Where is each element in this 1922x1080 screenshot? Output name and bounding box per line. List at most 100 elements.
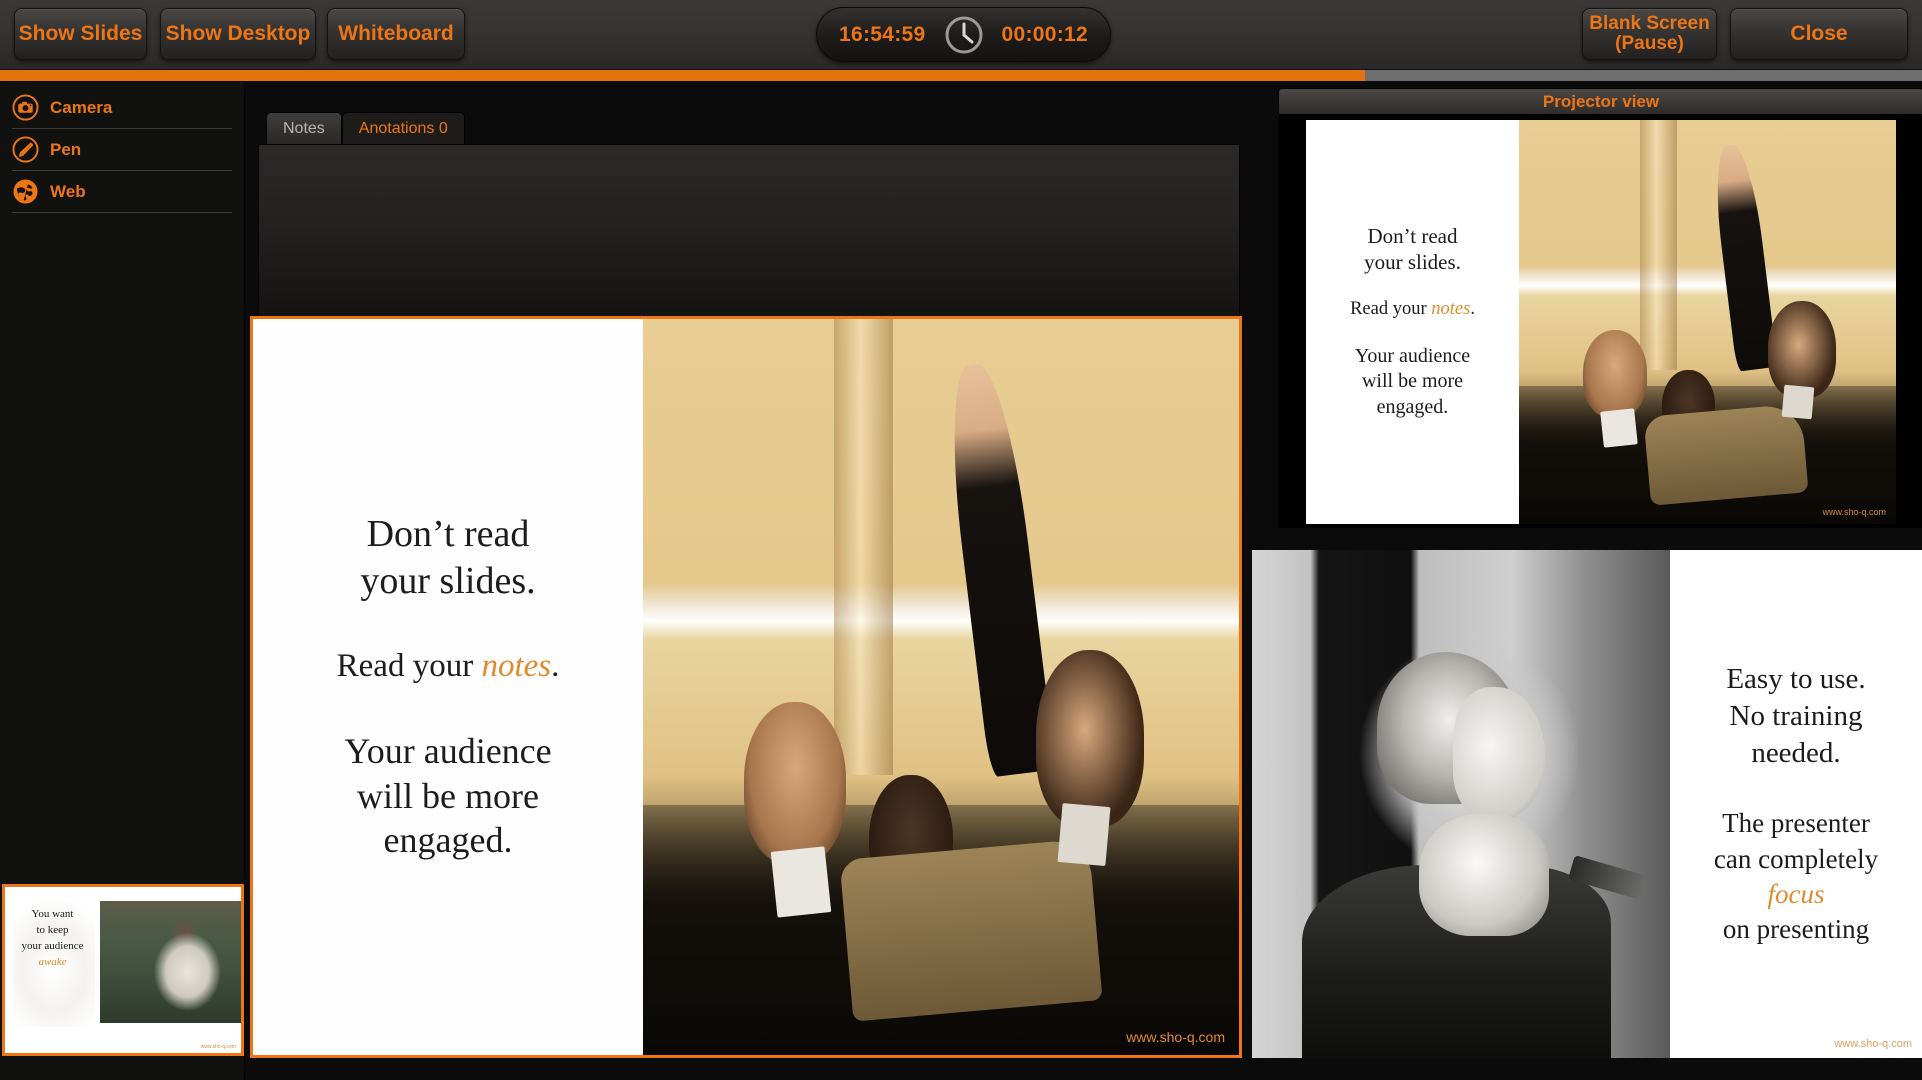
- thumbnail-line3: your audience: [5, 939, 100, 955]
- show-slides-button[interactable]: Show Slides: [14, 8, 147, 60]
- sidebar-item-web-label: Web: [50, 182, 86, 202]
- photo-wall-pillar: [834, 319, 894, 775]
- slide-thumbnail[interactable]: You want to keep your audience awake www…: [2, 884, 244, 1056]
- camera-icon: [12, 94, 39, 121]
- whiteboard-label: Whiteboard: [338, 23, 454, 45]
- clock-icon: [942, 13, 986, 57]
- current-slide-line2-highlight: notes: [481, 648, 551, 684]
- photo-speaker-hands: [1419, 814, 1549, 936]
- notes-tabs: Notes Anotations 0: [266, 112, 465, 145]
- current-slide-watermark: www.sho-q.com: [1126, 1029, 1225, 1045]
- next-slide-preview[interactable]: Easy to use. No training needed. The pre…: [1252, 550, 1922, 1058]
- current-slide-line2-suffix: .: [551, 648, 559, 684]
- projector-line1a: Don’t read: [1314, 223, 1511, 249]
- whiteboard-button[interactable]: Whiteboard: [327, 8, 465, 60]
- spacer: [267, 685, 629, 729]
- tab-notes-label: Notes: [283, 120, 325, 138]
- projector-view-title: Projector view: [1278, 88, 1922, 115]
- current-slide-line1b: your slides.: [267, 558, 629, 604]
- projector-line3b: will be more: [1314, 369, 1511, 394]
- photo-speaker-face: [1453, 687, 1545, 819]
- show-slides-label: Show Slides: [19, 23, 143, 45]
- spacer: [1314, 320, 1511, 344]
- thumbnail-photo-sleeping-man: [100, 901, 241, 1023]
- spacer: [1682, 772, 1910, 806]
- current-slide-line2-prefix: Read your: [337, 648, 482, 684]
- projector-slide-watermark: www.sho-q.com: [1822, 507, 1886, 517]
- timer-display[interactable]: 16:54:59 00:00:12: [816, 7, 1111, 62]
- photo-person-head-right: [1768, 301, 1836, 398]
- sidebar-item-pen[interactable]: Pen: [12, 129, 232, 171]
- close-button[interactable]: Close: [1730, 8, 1908, 60]
- photo-badge-left: [1600, 409, 1638, 449]
- presentation-progress-bar[interactable]: [0, 70, 1922, 81]
- spacer: [1314, 275, 1511, 299]
- next-slide-line1a: Easy to use.: [1682, 661, 1910, 698]
- next-slide-text: Easy to use. No training needed. The pre…: [1670, 550, 1922, 1058]
- projector-line1b: your slides.: [1314, 249, 1511, 275]
- top-toolbar: Show Slides Show Desktop Whiteboard 16:5…: [0, 0, 1922, 70]
- photo-badge-left: [771, 846, 831, 917]
- projector-line3c: engaged.: [1314, 395, 1511, 420]
- photo-seated-legs: [839, 838, 1102, 1021]
- current-slide-line3b: will be more: [267, 774, 629, 819]
- current-slide-line2: Read your notes.: [267, 648, 629, 685]
- projector-slide-photo: www.sho-q.com: [1519, 120, 1896, 524]
- globe-icon: [12, 178, 39, 205]
- tab-notes[interactable]: Notes: [266, 112, 342, 145]
- notes-textarea[interactable]: [258, 144, 1240, 317]
- blank-screen-label-line1: Blank Screen: [1589, 14, 1709, 34]
- thumbnail-watermark: www.sho-q.com: [201, 1044, 236, 1050]
- photo-raised-arm: [1709, 142, 1778, 372]
- photo-badge-right: [1058, 803, 1111, 866]
- show-desktop-label: Show Desktop: [166, 23, 311, 45]
- projector-slide: Don’t read your slides. Read your notes.…: [1306, 120, 1896, 524]
- photo-seated-legs: [1644, 404, 1809, 506]
- elapsed-time: 00:00:12: [1002, 23, 1088, 47]
- projector-view-panel: Projector view Don’t read your slides. R…: [1278, 88, 1922, 528]
- thumbnail-canvas: You want to keep your audience awake www…: [5, 887, 241, 1053]
- thumbnail-text: You want to keep your audience awake: [5, 907, 100, 971]
- next-slide-line1b: No training: [1682, 698, 1910, 735]
- spacer: [267, 604, 629, 648]
- progress-fill: [0, 70, 1365, 81]
- current-slide-text: Don’t read your slides. Read your notes.…: [253, 319, 643, 1055]
- next-slide-line2a: The presenter: [1682, 806, 1910, 841]
- photo-person-head-left: [1583, 330, 1647, 419]
- pen-icon: [12, 136, 39, 163]
- show-desktop-button[interactable]: Show Desktop: [160, 8, 316, 60]
- tools-sidebar: Camera Pen Web You want: [0, 81, 245, 1080]
- sidebar-item-camera[interactable]: Camera: [12, 87, 232, 129]
- close-label: Close: [1790, 23, 1847, 45]
- projector-view-screen[interactable]: Don’t read your slides. Read your notes.…: [1278, 115, 1922, 528]
- next-slide-line1c: needed.: [1682, 735, 1910, 772]
- projector-line2: Read your notes.: [1314, 299, 1511, 320]
- presenter-view-window: Show Slides Show Desktop Whiteboard 16:5…: [0, 0, 1922, 1080]
- next-slide-watermark: www.sho-q.com: [1834, 1038, 1912, 1050]
- projector-line3a: Your audience: [1314, 344, 1511, 369]
- photo-badge-right: [1782, 385, 1815, 420]
- current-slide-line1a: Don’t read: [267, 511, 629, 557]
- current-slide-line3a: Your audience: [267, 729, 629, 774]
- projector-line2-prefix: Read your: [1350, 299, 1431, 319]
- thumbnail-highlight: awake: [5, 955, 100, 971]
- tab-annotations[interactable]: Anotations 0: [342, 112, 465, 145]
- current-slide-line3c: engaged.: [267, 818, 629, 863]
- photo-wall-pillar: [1640, 120, 1678, 370]
- current-slide-preview[interactable]: Don’t read your slides. Read your notes.…: [250, 316, 1242, 1058]
- current-slide-photo: www.sho-q.com: [643, 319, 1239, 1055]
- sidebar-item-pen-label: Pen: [50, 140, 81, 160]
- blank-screen-button[interactable]: Blank Screen (Pause): [1582, 8, 1717, 60]
- next-slide-photo: [1252, 550, 1670, 1058]
- projector-line2-suffix: .: [1470, 299, 1475, 319]
- notes-panel: Notes Anotations 0: [258, 112, 1240, 317]
- sidebar-item-web[interactable]: Web: [12, 171, 232, 213]
- thumbnail-line2: to keep: [5, 923, 100, 939]
- thumbnail-line1: You want: [5, 907, 100, 923]
- blank-screen-label-line2: (Pause): [1589, 34, 1709, 54]
- photo-person-head-left: [744, 702, 845, 864]
- sidebar-item-camera-label: Camera: [50, 98, 112, 118]
- clock-time: 16:54:59: [839, 23, 925, 47]
- next-slide-line2b: can completely: [1682, 842, 1910, 877]
- next-slide-line2c: on presenting: [1682, 912, 1910, 947]
